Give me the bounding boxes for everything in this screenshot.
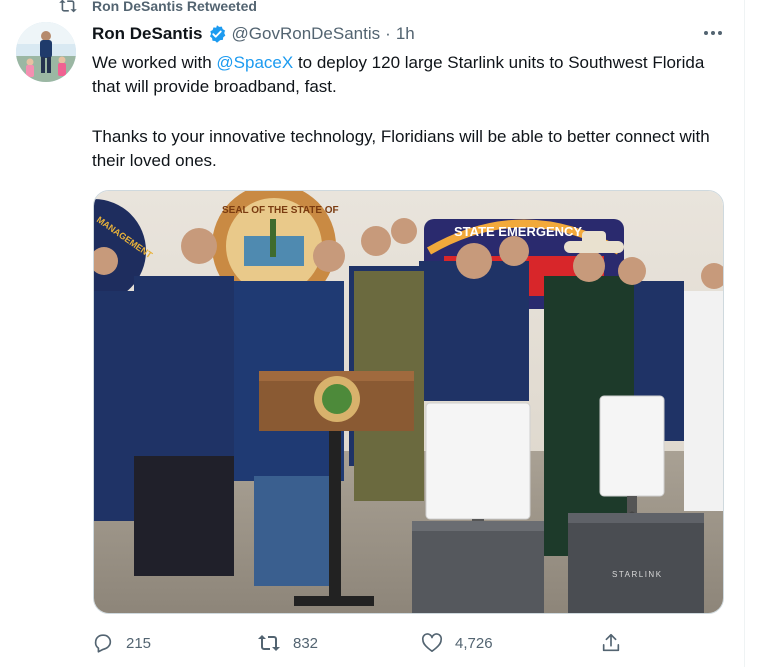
tweet-time[interactable]: 1h xyxy=(396,24,415,44)
like-count: 4,726 xyxy=(455,634,493,652)
retweet-context: Ron DeSantis Retweeted xyxy=(58,0,257,15)
author-name[interactable]: Ron DeSantis xyxy=(92,24,203,44)
like-button[interactable]: 4,726 xyxy=(421,630,493,656)
more-options-icon[interactable] xyxy=(700,24,726,42)
starlink-box-label: STARLINK xyxy=(612,570,663,579)
tweet-actions: 215 832 4,726 xyxy=(92,630,632,656)
share-icon xyxy=(600,632,622,654)
retweet-action-icon xyxy=(257,633,281,653)
retweet-button[interactable]: 832 xyxy=(257,630,318,656)
tweet-paragraph-1: We worked with @SpaceX to deploy 120 lar… xyxy=(92,51,732,99)
author-handle[interactable]: @GovRonDeSantis xyxy=(232,24,381,44)
tweet-text: We worked with @SpaceX to deploy 120 lar… xyxy=(92,51,732,173)
reply-icon xyxy=(92,632,114,654)
retweet-label[interactable]: Ron DeSantis Retweeted xyxy=(92,0,257,14)
reply-count: 215 xyxy=(126,634,152,652)
seal-text: SEAL OF THE STATE OF xyxy=(222,205,339,216)
tweet-media-image[interactable]: MANAGEMENT SEAL OF THE STATE OF STATE EM… xyxy=(93,190,724,614)
tweet-paragraph-2: Thanks to your innovative technology, Fl… xyxy=(92,127,710,170)
share-button[interactable] xyxy=(600,630,622,656)
avatar[interactable] xyxy=(16,22,76,82)
separator-dot: · xyxy=(385,24,391,43)
reply-button[interactable]: 215 xyxy=(92,630,151,656)
tweet-card[interactable]: Ron DeSantis Retweeted Ron DeSantis @Gov… xyxy=(0,0,745,667)
verified-badge-icon xyxy=(207,24,227,44)
retweet-icon xyxy=(58,0,78,14)
mention-link[interactable]: @SpaceX xyxy=(216,53,293,72)
heart-icon xyxy=(421,633,443,653)
tweet-header: Ron DeSantis @GovRonDeSantis · 1h xyxy=(92,24,415,44)
retweet-count: 832 xyxy=(293,634,319,652)
tweet-text-segment: We worked with xyxy=(92,53,217,72)
